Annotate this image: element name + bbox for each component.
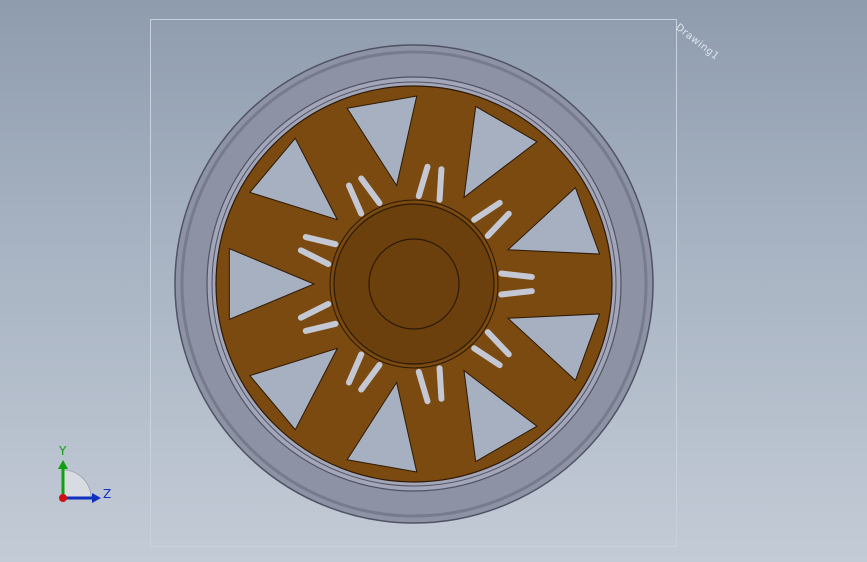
axis-z-label: Z (103, 487, 111, 501)
hub-center (368, 238, 460, 330)
axis-z-arrow (92, 493, 101, 503)
axis-y-arrow (58, 460, 68, 469)
axis-y-label: Y (58, 444, 67, 458)
spoke-tip-slot (498, 288, 535, 298)
axis-x-dot (59, 494, 67, 502)
graphics-viewport[interactable]: Drawing1 Y Z (0, 0, 867, 562)
spoke-tip-slot (498, 270, 535, 280)
wheel-model[interactable]: Y Z (0, 0, 867, 562)
spoke-tip-slot (436, 166, 445, 203)
view-triad[interactable]: Y Z (58, 444, 111, 503)
spoke-tip-slot (436, 365, 445, 402)
triad-quadrant (62, 469, 92, 499)
